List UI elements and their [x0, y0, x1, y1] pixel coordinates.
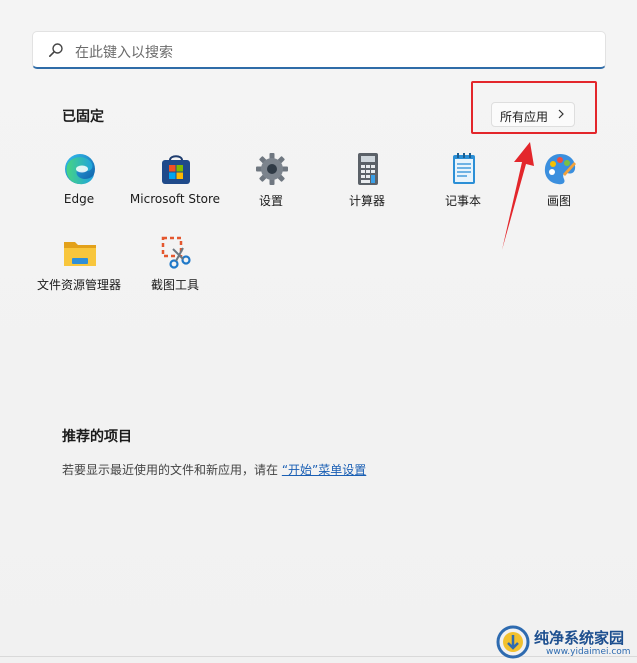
- watermark-title: 纯净系统家园: [534, 629, 625, 647]
- settings-gear-icon: [256, 153, 288, 185]
- watermark-logo-icon: [496, 625, 530, 659]
- notepad-icon: [453, 153, 475, 184]
- search-box[interactable]: 在此键入以搜索: [32, 31, 606, 69]
- pinned-app-notepad[interactable]: 记事本: [415, 152, 511, 228]
- search-icon: [48, 43, 63, 57]
- calculator-icon: [358, 153, 378, 185]
- site-watermark: 纯净系统家园 www.yidaimei.com: [496, 625, 634, 659]
- microsoft-store-icon: [162, 155, 190, 184]
- start-settings-link[interactable]: “开始”菜单设置: [282, 463, 366, 477]
- pinned-app-label: 截图工具: [150, 278, 199, 292]
- pinned-app-label: Edge: [63, 192, 95, 206]
- search-placeholder: 在此键入以搜索: [75, 45, 173, 61]
- recommended-hint: 若要显示最近使用的文件和新应用，请在 “开始”菜单设置: [62, 461, 366, 478]
- start-menu-panel: 在此键入以搜索 已固定 所有应用 Edge Microsoft Store 设置…: [0, 0, 637, 663]
- paint-icon: [544, 154, 576, 185]
- pinned-app-label: 记事本: [444, 194, 481, 208]
- pinned-app-file-explorer[interactable]: 文件资源管理器: [31, 236, 127, 312]
- edge-icon: [65, 154, 95, 185]
- pinned-app-label: 设置: [258, 194, 283, 208]
- pinned-app-calculator[interactable]: 计算器: [319, 152, 415, 228]
- recommended-hint-text: 若要显示最近使用的文件和新应用，请在: [62, 463, 282, 477]
- file-explorer-icon: [64, 242, 96, 266]
- snipping-tool-icon: [161, 236, 191, 269]
- annotation-highlight-box: [471, 81, 597, 134]
- pinned-app-edge[interactable]: Edge: [31, 152, 127, 228]
- recommended-title: 推荐的项目: [62, 429, 132, 445]
- pinned-app-settings[interactable]: 设置: [223, 152, 319, 228]
- pinned-app-label: 计算器: [348, 194, 385, 208]
- pinned-app-label: 文件资源管理器: [36, 278, 121, 292]
- watermark-url: www.yidaimei.com: [546, 647, 631, 657]
- pinned-app-microsoft-store[interactable]: Microsoft Store: [127, 152, 223, 228]
- pinned-app-snipping-tool[interactable]: 截图工具: [127, 236, 223, 312]
- pinned-app-label: 画图: [546, 194, 571, 208]
- pinned-app-label: Microsoft Store: [129, 192, 221, 206]
- pinned-app-paint[interactable]: 画图: [511, 152, 607, 228]
- pinned-title: 已固定: [62, 109, 104, 125]
